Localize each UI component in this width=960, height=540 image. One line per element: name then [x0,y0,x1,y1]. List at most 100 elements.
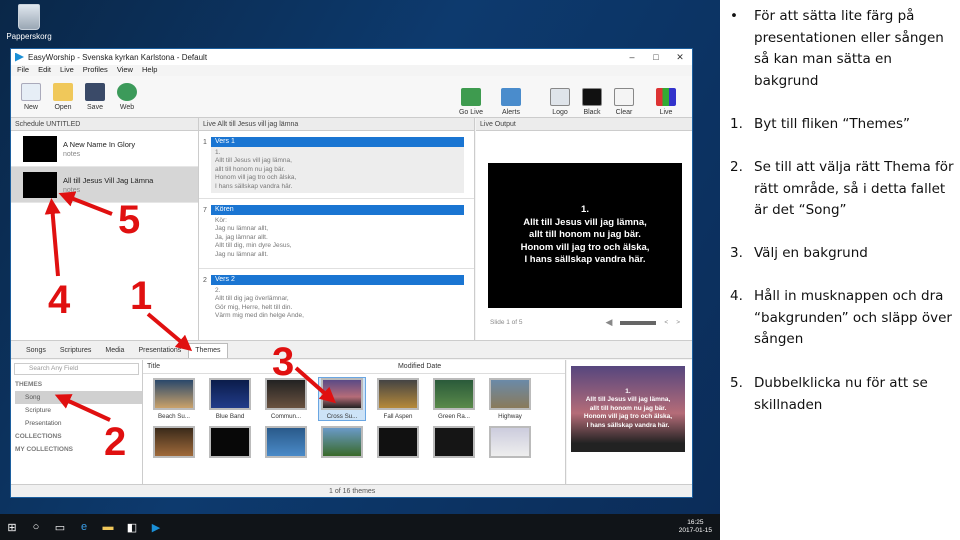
menu-edit[interactable]: Edit [38,65,51,76]
theme-tile-selected[interactable]: Cross Su... [318,377,366,421]
clear-label: Clear [615,109,633,116]
explorer-icon[interactable]: ▬ [96,514,120,540]
slide-line: Jag nu lämnar allt, [215,225,269,233]
previous-slide-button[interactable]: < [664,319,668,326]
theme-tile[interactable] [431,426,477,461]
black-button[interactable]: Black [576,88,608,116]
tab-media[interactable]: Media [98,347,131,358]
menu-file[interactable]: File [17,65,29,76]
edge-icon[interactable]: e [72,514,96,540]
close-button[interactable]: ✕ [668,52,692,63]
theme-tile[interactable] [263,426,309,461]
menu-live[interactable]: Live [60,65,74,76]
open-button[interactable]: Open [47,82,79,111]
slide-chorus[interactable]: 7 Kören Kör: Jag nu lämnar allt, Ja, jag l… [199,199,474,269]
instruction-item: 4. Håll in musknappen och dra “bakgrunden… [730,286,954,351]
live-output-panel: Live Output 1. Allt till Jesus vill jag l… [476,118,692,340]
theme-preview-panel: 1. Allt till Jesus vill jag lämna, allt ti… [567,360,692,484]
instruction-marker: 2. [730,159,743,175]
store-icon[interactable]: ◧ [120,514,144,540]
next-slide-button[interactable]: > [676,319,680,326]
theme-tile[interactable] [375,426,421,461]
slide-line: Jag nu lämnar allt. [215,250,269,258]
column-title[interactable]: Title [147,363,160,370]
task-view-icon[interactable]: ▭ [48,514,72,540]
new-button[interactable]: New [15,82,47,111]
alerts-label: Alerts [502,109,520,116]
tab-scriptures[interactable]: Scriptures [53,347,99,358]
slide-line: Allt till dig jag överlämnar, [215,295,289,303]
annotation-number-2: 2 [104,420,127,464]
menu-profiles[interactable]: Profiles [83,65,108,76]
theme-thumbnail [377,378,419,410]
toolbar: New Open Save Web Go Live Alerts Logo Bl… [11,76,692,118]
theme-thumbnail [321,426,363,458]
instruction-item: 5. Dubbelklicka nu för att se skillnaden [730,373,954,416]
minimize-button[interactable]: – [620,52,644,63]
theme-tile[interactable]: Blue Band [207,378,253,420]
web-button[interactable]: Web [111,82,143,111]
preview-line: 1. [625,387,631,395]
clock-time: 16:25 [687,519,704,526]
theme-preview: 1. Allt till Jesus vill jag lämna, allt ti… [571,366,685,452]
slide-number: 2 [203,277,207,284]
windows-desktop: Papperskorg EasyWorship - Svenska kyrkan… [0,0,720,540]
save-button[interactable]: Save [79,82,111,111]
instructions-panel: • För att sätta lite färg på presentation… [724,0,960,540]
theme-tile[interactable]: Fall Aspen [375,378,421,420]
logo-button[interactable]: Logo [544,88,576,116]
theme-thumbnail [489,378,531,410]
go-live-button[interactable]: Go Live [455,88,487,116]
search-input[interactable]: Search Any Field [14,363,139,375]
output-line: I hans sällskap vandra här. [524,254,646,266]
theme-category-song[interactable]: Song [15,391,142,404]
theme-tile[interactable]: Beach Su... [151,378,197,420]
alerts-button[interactable]: Alerts [495,88,527,116]
menu-help[interactable]: Help [142,65,157,76]
menu-view[interactable]: View [117,65,133,76]
globe-icon [117,82,137,101]
save-icon [85,82,105,101]
song-thumbnail [23,171,57,198]
slide-verse-1[interactable]: 1 Vers 1 1. Allt till Jesus vill jag lämn… [199,137,474,199]
tab-presentations[interactable]: Presentations [131,347,188,358]
slide-number: 7 [203,207,207,214]
clear-button[interactable]: Clear [608,88,640,116]
instruction-text: Välj en bakgrund [754,245,868,261]
theme-tile[interactable]: Green Ra... [431,378,477,420]
schedule-item[interactable]: A New Name In Glory notes [11,131,198,167]
theme-name: Highway [498,413,522,420]
tab-themes[interactable]: Themes [188,343,228,358]
themes-section-header: THEMES [15,381,43,388]
theme-category-scripture[interactable]: Scripture [15,404,142,417]
instruction-marker: 1. [730,116,743,132]
tab-songs[interactable]: Songs [19,347,53,358]
instruction-text: Se till att välja rätt Thema för rätt om… [754,159,954,218]
theme-tile[interactable] [207,426,253,461]
live-output-header: Live Output [476,118,692,131]
theme-tile[interactable] [319,426,365,461]
volume-slider[interactable] [620,320,657,325]
volume-icon[interactable]: ◀ [605,317,612,328]
theme-tile[interactable] [151,426,197,461]
menu-bar: File Edit Live Profiles View Help [11,65,692,76]
column-modified-date[interactable]: Modified Date [398,363,441,370]
instruction-marker: • [730,8,738,24]
maximize-button[interactable]: □ [644,52,668,63]
live-button[interactable]: Live [650,88,682,116]
schedule-item-selected[interactable]: All till Jesus Vill Jag Lämna notes [11,167,198,203]
easyworship-taskbar-icon[interactable]: ▶ [144,514,168,540]
recycle-bin[interactable]: Papperskorg [6,4,52,41]
start-button[interactable]: ⊞ [0,514,24,540]
clock[interactable]: 16:25 2017-01-15 [679,519,712,535]
theme-name: Green Ra... [438,413,470,420]
theme-tile[interactable] [487,426,533,461]
themes-grid: Beach Su... Blue Band Commun... Cross Su… [143,374,565,471]
themes-grid-header: Title Modified Date [143,360,565,374]
slide-text: 1. Allt till Jesus vill jag lämna, allt ti… [211,147,464,194]
theme-tile[interactable]: Highway [487,378,533,420]
slide-verse-2[interactable]: 2 Vers 2 2. Allt till dig jag överlämnar,… [199,269,474,335]
instruction-text: Dubbelklicka nu för att se skillnaden [754,375,928,413]
theme-thumbnail [321,378,363,410]
search-icon[interactable]: ○ [24,514,48,540]
